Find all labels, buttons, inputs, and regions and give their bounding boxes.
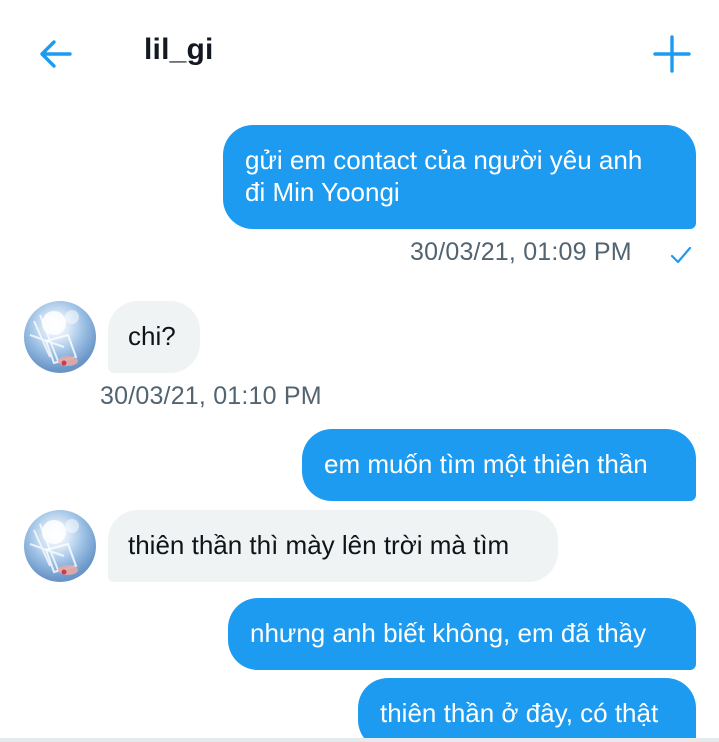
chat-header: lil_gi [0, 0, 719, 105]
message-bubble-incoming[interactable]: chi? [108, 301, 200, 373]
check-icon [669, 243, 693, 267]
message-bubble-incoming[interactable]: thiên thần thì mày lên trời mà tìm [108, 510, 558, 582]
message-timestamp: 30/03/21, 01:09 PM [410, 238, 632, 266]
arrow-left-icon[interactable] [36, 34, 76, 74]
plus-icon[interactable] [652, 34, 692, 74]
message-timestamp: 30/03/21, 01:10 PM [100, 382, 322, 410]
message-bubble-outgoing[interactable]: nhưng anh biết không, em đã thầy [228, 598, 696, 670]
avatar[interactable] [24, 301, 96, 373]
message-bubble-outgoing[interactable]: gửi em contact của người yêu anh đi Min … [223, 125, 696, 229]
bottom-divider [0, 738, 719, 742]
chat-screen: lil_gi gửi em contact của người yêu anh … [0, 0, 719, 742]
conversation-title: lil_gi [144, 33, 214, 66]
avatar[interactable] [24, 510, 96, 582]
message-bubble-outgoing[interactable]: thiên thần ở đây, có thật [358, 678, 696, 742]
message-bubble-outgoing[interactable]: em muốn tìm một thiên thần [302, 429, 696, 501]
